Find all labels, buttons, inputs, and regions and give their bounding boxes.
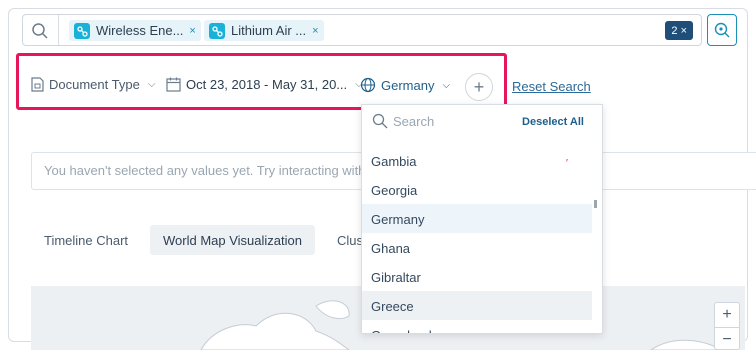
zoom-out-button[interactable]: −	[715, 327, 739, 351]
search-chip[interactable]: Lithium Air ... ×	[204, 20, 324, 41]
search-separator	[58, 15, 59, 45]
deselect-all-button[interactable]: Deselect All	[522, 116, 584, 128]
document-icon	[31, 77, 44, 92]
country-dropdown: Search Deselect All Gambia Georgia Germa…	[361, 104, 603, 334]
country-label: Germany	[381, 77, 435, 93]
add-filter-button[interactable]: +	[465, 73, 493, 101]
dropdown-option[interactable]: Gibraltar	[362, 262, 592, 291]
search-icon	[32, 23, 48, 39]
search-bar[interactable]: Wireless Ene... × Lithium Air ... × 2 ×	[22, 14, 702, 46]
dropdown-option[interactable]: Greece	[362, 291, 592, 320]
document-type-filter[interactable]: Document Type ⌵	[31, 77, 155, 92]
dropdown-option[interactable]: Gambia	[362, 146, 592, 175]
dropdown-search-placeholder[interactable]: Search	[393, 114, 434, 129]
tab-timeline-chart[interactable]: Timeline Chart	[31, 225, 141, 255]
tab-world-map[interactable]: World Map Visualization	[150, 225, 315, 255]
selection-count-badge[interactable]: 2 ×	[665, 21, 693, 40]
dropdown-search[interactable]: Search Deselect All	[362, 105, 602, 139]
dropdown-option-selected[interactable]: Germany	[362, 204, 592, 233]
date-range-label: Oct 23, 2018 - May 31, 20...	[186, 77, 348, 92]
smart-search-button[interactable]	[707, 14, 737, 46]
map-zoom-controls: + −	[714, 302, 740, 350]
reset-search-link[interactable]: Reset Search	[512, 79, 591, 94]
dropdown-option[interactable]: Ghana	[362, 233, 592, 262]
concept-icon	[209, 22, 225, 39]
dropdown-option[interactable]: Greenland	[362, 320, 592, 333]
dropdown-scrollbar[interactable]	[594, 139, 602, 333]
date-range-filter[interactable]: Oct 23, 2018 - May 31, 20... ⌵	[166, 77, 363, 92]
globe-icon	[360, 77, 376, 93]
chevron-down-icon: ⌵	[147, 79, 156, 90]
chip-label: Lithium Air ...	[231, 23, 307, 38]
chip-label: Wireless Ene...	[96, 23, 184, 38]
calendar-icon	[166, 77, 181, 92]
cursor-mark: ′	[566, 158, 568, 169]
chevron-down-icon: ⌵	[442, 79, 451, 91]
smart-search-icon	[714, 22, 730, 38]
chip-remove-icon[interactable]: ×	[312, 25, 318, 37]
country-filter[interactable]: Germany ⌵	[360, 77, 450, 93]
dropdown-option[interactable]: Georgia	[362, 175, 592, 204]
scrollbar-thumb[interactable]	[594, 200, 597, 208]
zoom-in-button[interactable]: +	[715, 303, 739, 327]
search-icon	[372, 113, 388, 129]
document-type-label: Document Type	[49, 77, 140, 92]
concept-icon	[74, 22, 90, 39]
chip-remove-icon[interactable]: ×	[189, 25, 195, 37]
search-chip[interactable]: Wireless Ene... ×	[69, 20, 201, 41]
